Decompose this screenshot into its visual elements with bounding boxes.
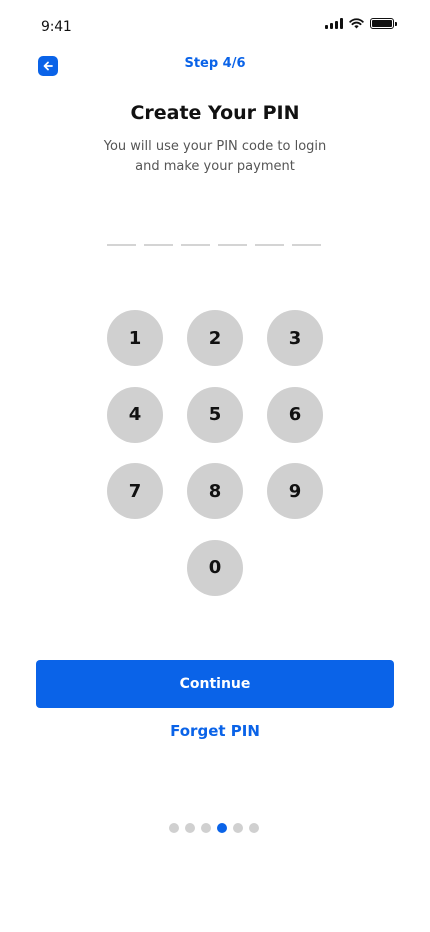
- page-dot: [169, 823, 179, 833]
- page-dot: [249, 823, 259, 833]
- pin-input[interactable]: [107, 244, 321, 246]
- subtitle-line: You will use your PIN code to login: [103, 139, 327, 154]
- pin-slot: [218, 244, 247, 246]
- page-dot: [233, 823, 243, 833]
- pin-slot: [144, 244, 173, 246]
- battery-icon: [370, 18, 397, 29]
- key-8[interactable]: 8: [187, 463, 243, 519]
- key-3[interactable]: 3: [267, 310, 323, 366]
- pin-slot: [107, 244, 136, 246]
- page-dot: [217, 823, 227, 833]
- pin-slot: [181, 244, 210, 246]
- status-bar: 9:41: [0, 0, 430, 48]
- pin-slot: [255, 244, 284, 246]
- status-time: 9:41: [41, 19, 72, 35]
- signal-icon: [325, 18, 343, 29]
- key-4[interactable]: 4: [107, 386, 163, 443]
- page-title: Create Your PIN: [130, 102, 300, 124]
- wifi-icon: [349, 18, 364, 29]
- page-dot: [201, 823, 211, 833]
- key-6[interactable]: 6: [267, 386, 323, 443]
- key-2[interactable]: 2: [187, 310, 243, 366]
- subtitle: You will use your PIN code to login and …: [100, 137, 330, 177]
- subtitle-line: and make your payment: [135, 159, 295, 174]
- key-5[interactable]: 5: [187, 386, 243, 443]
- step-indicator: Step 4/6: [184, 56, 246, 71]
- page-dot: [185, 823, 195, 833]
- continue-button[interactable]: Continue: [36, 660, 394, 708]
- page-indicator: [169, 823, 259, 833]
- pin-slot: [292, 244, 321, 246]
- key-9[interactable]: 9: [267, 463, 323, 519]
- key-7[interactable]: 7: [107, 463, 163, 519]
- key-0[interactable]: 0: [187, 539, 243, 596]
- forget-pin-link[interactable]: Forget PIN: [0, 722, 430, 740]
- key-1[interactable]: 1: [107, 310, 163, 366]
- status-icons: [325, 18, 397, 29]
